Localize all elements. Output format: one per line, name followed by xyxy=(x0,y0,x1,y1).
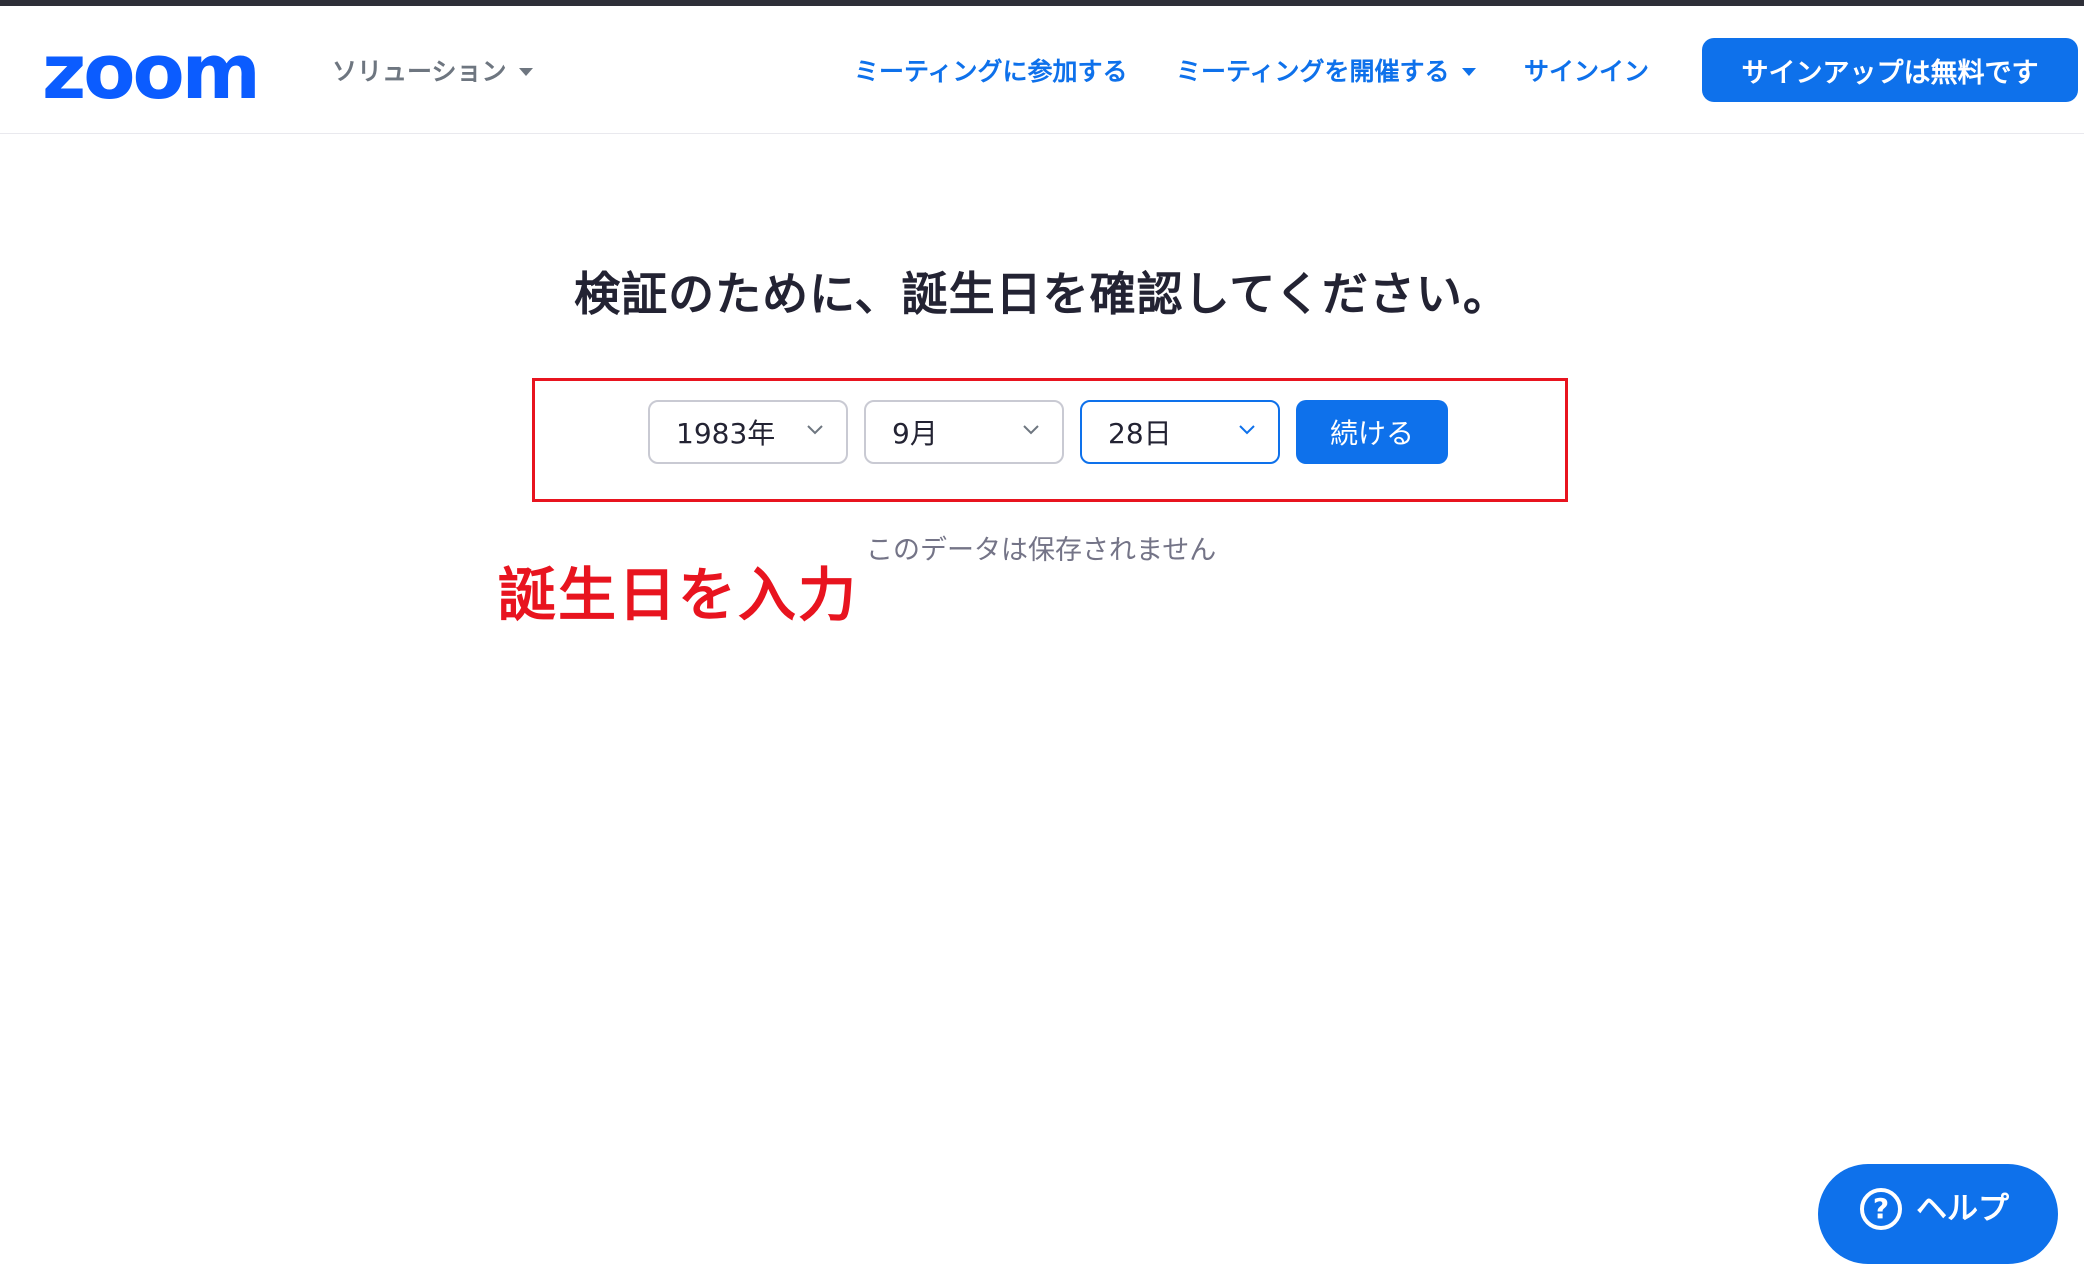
question-circle-icon: ? xyxy=(1860,1188,1902,1230)
year-select[interactable]: 1983年 xyxy=(648,400,848,464)
continue-button-label: 続ける xyxy=(1329,417,1414,450)
chevron-down-icon xyxy=(807,425,823,435)
nav-host-label: ミーティングを開催する xyxy=(1176,57,1450,86)
signup-button-label: サインアップは無料です xyxy=(1741,57,2039,89)
nav-join-meeting[interactable]: ミーティングに参加する xyxy=(854,52,1128,88)
nav-signin-label: サインイン xyxy=(1524,57,1650,86)
annotation-label: 誕生日を入力 xyxy=(498,561,859,629)
nav-join-label: ミーティングに参加する xyxy=(854,57,1128,86)
privacy-note: このデータは保存されません xyxy=(866,535,1217,566)
nav-solutions-label: ソリューション xyxy=(332,57,507,86)
help-button[interactable]: ? ヘルプ xyxy=(1818,1164,2058,1264)
nav-solutions[interactable]: ソリューション xyxy=(332,52,533,88)
month-select-value: 9月 xyxy=(892,417,938,450)
month-select[interactable]: 9月 xyxy=(864,400,1064,464)
continue-button[interactable]: 続ける xyxy=(1296,400,1448,464)
page-title: 検証のために、誕生日を確認してください。 xyxy=(574,267,1510,321)
caret-down-icon xyxy=(518,67,533,76)
help-button-label: ヘルプ xyxy=(1916,1191,2009,1227)
signup-button[interactable]: サインアップは無料です xyxy=(1702,38,2078,102)
day-select-value: 28日 xyxy=(1108,417,1172,450)
year-select-value: 1983年 xyxy=(676,417,776,450)
chevron-down-icon xyxy=(1023,425,1039,435)
nav-signin[interactable]: サインイン xyxy=(1524,52,1649,88)
caret-down-icon xyxy=(1461,67,1476,76)
chevron-down-icon xyxy=(1239,425,1255,435)
day-select[interactable]: 28日 xyxy=(1080,400,1280,464)
zoom-logo-text: zoom xyxy=(42,36,258,108)
site-header: zoom ソリューション ミーティングに参加する ミーティングを開催する サイン… xyxy=(0,6,2084,134)
zoom-logo[interactable]: zoom xyxy=(42,36,266,108)
nav-host-meeting[interactable]: ミーティングを開催する xyxy=(1176,52,1476,88)
